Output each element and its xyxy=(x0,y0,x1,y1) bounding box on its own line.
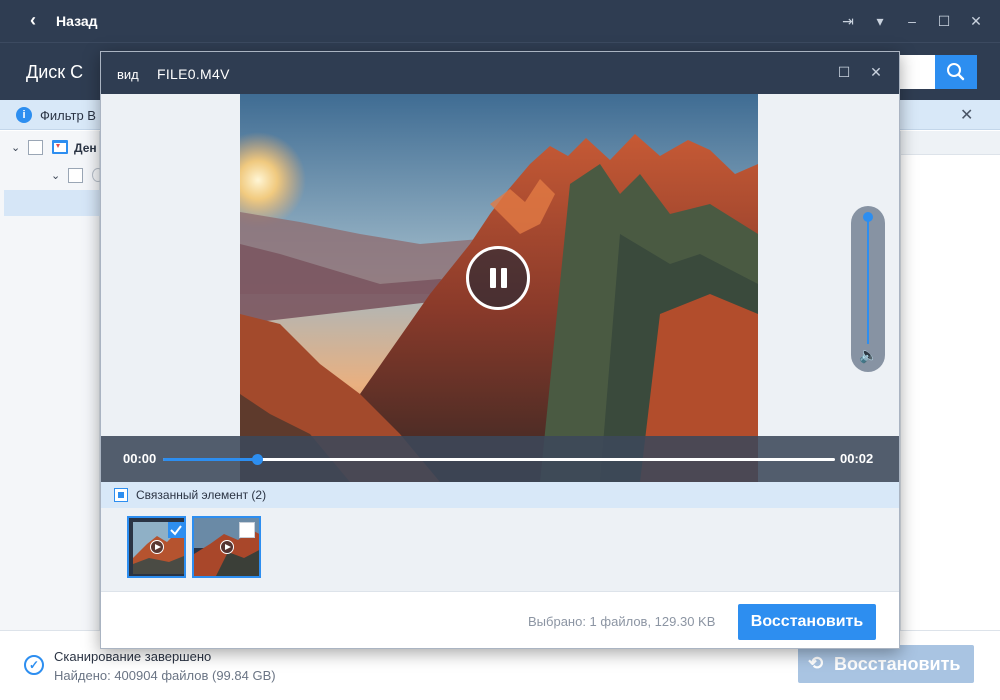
close-icon[interactable]: ✕ xyxy=(866,62,886,82)
tagged-folder-icon xyxy=(52,140,68,154)
maximize-icon[interactable]: ☐ xyxy=(834,62,854,82)
selected-info: Выбрано: 1 файлов, 129.30 KB xyxy=(528,614,716,629)
title-bar: ‹ Назад ⇥ ▾ – ☐ ✕ xyxy=(0,0,1000,42)
dialog-footer: Выбрано: 1 файлов, 129.30 KB Восстановит… xyxy=(101,591,899,648)
progress-knob[interactable] xyxy=(252,454,263,465)
thumbnail-checkbox-checked[interactable] xyxy=(168,522,184,538)
search-button[interactable] xyxy=(935,55,977,89)
thumbnail-item[interactable] xyxy=(192,516,261,578)
back-button[interactable]: Назад xyxy=(56,13,98,29)
thumbnail-item[interactable] xyxy=(127,516,186,578)
related-thumbnails xyxy=(101,508,899,591)
found-count: Найдено: 400904 файлов (99.84 GB) xyxy=(54,668,276,683)
thumbnail-checkbox[interactable] xyxy=(239,522,255,538)
maximize-icon[interactable]: ☐ xyxy=(934,11,954,31)
speaker-icon[interactable]: 🔈 xyxy=(859,346,878,364)
view-label: вид xyxy=(117,67,139,82)
file-name: FILE0.M4V xyxy=(157,66,230,82)
filter-text: Фильтр В xyxy=(40,108,96,123)
dialog-title-bar: вид FILE0.M4V ☐ ✕ xyxy=(101,52,899,94)
chevron-down-icon[interactable]: ⌄ xyxy=(11,141,20,154)
dropdown-icon[interactable]: ▾ xyxy=(870,11,890,31)
video-frame[interactable] xyxy=(240,94,758,482)
progress-fill xyxy=(163,458,257,461)
volume-track xyxy=(867,218,869,344)
restore-button-label: Восстановить xyxy=(834,654,961,674)
info-icon: i xyxy=(16,107,32,123)
volume-knob[interactable] xyxy=(863,212,873,222)
page-title: Диск C xyxy=(26,62,84,82)
restore-button[interactable]: Восстановить xyxy=(738,604,876,640)
restore-icon: ⟲ xyxy=(808,653,824,673)
video-player: 🔈 00:00 00:02 xyxy=(101,94,899,482)
pause-icon xyxy=(501,268,507,288)
pause-icon xyxy=(490,268,496,288)
tree-item-label: Ден xyxy=(74,141,97,155)
tree-checkbox[interactable] xyxy=(68,168,83,183)
current-time: 00:00 xyxy=(123,451,157,466)
pause-button[interactable] xyxy=(466,246,530,310)
minimize-icon[interactable]: – xyxy=(902,11,922,31)
chevron-down-icon[interactable]: ⌄ xyxy=(51,169,60,182)
preview-dialog: вид FILE0.M4V ☐ ✕ 🔈 00:00 00:02 Связанны… xyxy=(100,51,900,649)
column-header xyxy=(901,131,1000,155)
related-items-bar: Связанный элемент (2) xyxy=(101,482,899,508)
tree-item-selected[interactable] xyxy=(4,190,100,216)
file-list-pane xyxy=(900,131,1000,630)
back-arrow-icon[interactable]: ‹ xyxy=(30,10,36,31)
player-controls: 00:00 00:02 xyxy=(101,436,899,482)
close-icon[interactable]: ✕ xyxy=(966,11,986,31)
tree-item-child[interactable]: ⌄ xyxy=(0,161,104,189)
related-items-label: Связанный элемент (2) xyxy=(136,488,267,502)
volume-slider[interactable]: 🔈 xyxy=(851,206,885,372)
related-checkbox[interactable] xyxy=(114,488,128,502)
export-icon[interactable]: ⇥ xyxy=(838,11,858,31)
total-time: 00:02 xyxy=(840,451,874,466)
folder-tree: ⌄ Ден ⌄ xyxy=(0,131,104,630)
search-icon xyxy=(947,63,965,81)
filter-close-icon[interactable]: ✕ xyxy=(960,105,973,125)
scan-status: Сканирование завершено xyxy=(54,649,212,664)
check-circle-icon: ✓ xyxy=(24,655,44,675)
play-icon xyxy=(219,540,234,554)
check-icon xyxy=(170,525,182,536)
tree-item-root[interactable]: ⌄ Ден xyxy=(0,133,100,161)
progress-bar[interactable] xyxy=(163,454,835,465)
tree-checkbox[interactable] xyxy=(28,140,43,155)
restore-button-disabled[interactable]: ⟲ Восстановить xyxy=(798,645,974,683)
play-icon xyxy=(149,540,164,554)
